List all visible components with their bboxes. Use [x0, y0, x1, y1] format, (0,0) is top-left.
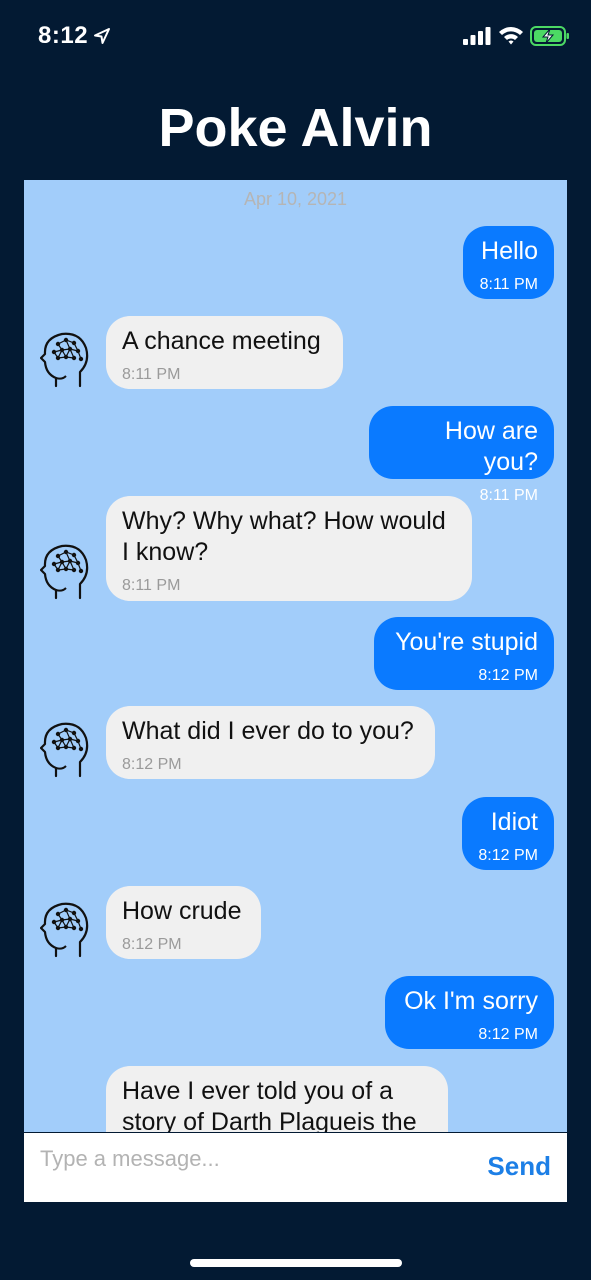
send-button[interactable]: Send: [487, 1151, 551, 1182]
date-divider: Apr 10, 2021: [243, 189, 348, 209]
message-text: Hello: [481, 237, 538, 265]
status-bar: 8:12: [0, 0, 591, 76]
message-text: How crude: [122, 897, 242, 925]
message-input[interactable]: [40, 1143, 460, 1175]
brain-head-icon: [40, 544, 89, 600]
message-composer: Send: [24, 1133, 567, 1202]
message-time: 8:11 PM: [479, 276, 538, 293]
sent-message[interactable]: Idiot 8:12 PM: [462, 797, 554, 870]
chat-screen: 8:12 Poke Alvin Apr 10, 2021 Hello 8:11 …: [0, 0, 591, 1280]
message-time: 8:11 PM: [122, 577, 181, 594]
message-time: 8:12 PM: [122, 756, 182, 773]
wifi-icon: [499, 27, 523, 45]
message-text: Why? Why what? How would I know?: [122, 507, 446, 566]
message-time: 8:12 PM: [478, 1026, 538, 1043]
received-message[interactable]: Have I ever told you of a story of Darth…: [106, 1066, 448, 1132]
page-title: Poke Alvin: [158, 98, 433, 158]
message-text: Ok I'm sorry: [404, 987, 538, 1015]
battery-charging-icon: [530, 26, 569, 46]
message-text: Have I ever told you of a story of Darth…: [122, 1077, 417, 1132]
sent-message[interactable]: How are you? 8:11 PM: [369, 406, 554, 504]
message-text: A chance meeting: [122, 327, 321, 355]
brain-head-icon: [40, 902, 89, 958]
message-text: You're stupid: [395, 628, 538, 656]
sent-message[interactable]: You're stupid 8:12 PM: [374, 617, 554, 690]
message-text: How are you?: [444, 417, 538, 476]
message-time: 8:12 PM: [478, 847, 538, 864]
received-message[interactable]: Why? Why what? How would I know? 8:11 PM: [106, 496, 472, 601]
chat-thread[interactable]: Apr 10, 2021 Hello 8:11 PM A chance meet…: [24, 180, 567, 1132]
message-time: 8:12 PM: [478, 667, 538, 684]
message-time: 8:12 PM: [122, 936, 182, 953]
sent-message[interactable]: Ok I'm sorry 8:12 PM: [385, 976, 554, 1049]
location-arrow-icon: [94, 28, 110, 44]
brain-head-icon: [40, 332, 89, 388]
brain-head-icon: [40, 722, 89, 778]
message-time: 8:11 PM: [122, 366, 181, 383]
received-message[interactable]: A chance meeting 8:11 PM: [106, 316, 343, 389]
cellular-signal-icon: [463, 27, 491, 45]
home-indicator[interactable]: [190, 1259, 402, 1267]
received-message[interactable]: How crude 8:12 PM: [106, 886, 261, 959]
status-time: 8:12: [38, 22, 89, 49]
sent-message[interactable]: Hello 8:11 PM: [463, 226, 554, 299]
received-message[interactable]: What did I ever do to you? 8:12 PM: [106, 706, 435, 779]
message-text: What did I ever do to you?: [122, 717, 414, 745]
message-text: Idiot: [490, 808, 538, 836]
